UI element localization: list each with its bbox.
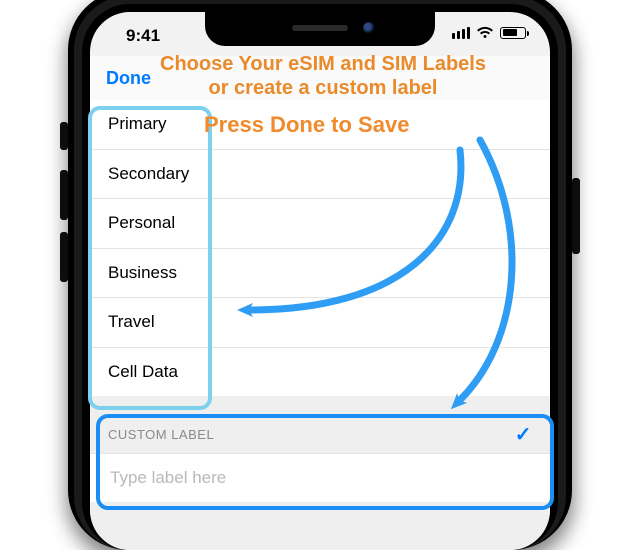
custom-label-header: CUSTOM LABEL ✓ [90, 396, 550, 453]
section-header-text: CUSTOM LABEL [108, 427, 214, 442]
list-item-label: Primary [108, 114, 167, 134]
cellular-icon [452, 27, 470, 39]
list-item-label: Personal [108, 213, 175, 233]
list-item[interactable]: Primary [90, 100, 550, 150]
custom-label-input[interactable] [108, 467, 532, 489]
list-item-label: Travel [108, 312, 155, 332]
list-item-label: Business [108, 263, 177, 283]
notch [205, 12, 435, 46]
volume-down-button [60, 232, 68, 282]
done-button[interactable]: Done [106, 68, 151, 89]
list-item[interactable]: Travel [90, 298, 550, 348]
phone-body: 9:41 Done Primary Secondary [68, 0, 572, 550]
status-time: 9:41 [126, 26, 160, 46]
side-button [572, 178, 580, 254]
custom-label-row[interactable] [90, 453, 550, 502]
nav-bar: Done [90, 56, 550, 101]
battery-icon [500, 27, 526, 39]
mute-switch [60, 122, 68, 150]
content: Primary Secondary Personal Business Trav… [90, 100, 550, 550]
list-item-label: Cell Data [108, 362, 178, 382]
label-list: Primary Secondary Personal Business Trav… [90, 100, 550, 396]
list-item[interactable]: Personal [90, 199, 550, 249]
checkmark-icon: ✓ [515, 422, 532, 447]
screen: 9:41 Done Primary Secondary [90, 12, 550, 550]
list-item[interactable]: Secondary [90, 150, 550, 200]
volume-up-button [60, 170, 68, 220]
list-item-label: Secondary [108, 164, 189, 184]
list-item[interactable]: Business [90, 249, 550, 299]
list-item[interactable]: Cell Data [90, 348, 550, 397]
wifi-icon [476, 26, 494, 39]
